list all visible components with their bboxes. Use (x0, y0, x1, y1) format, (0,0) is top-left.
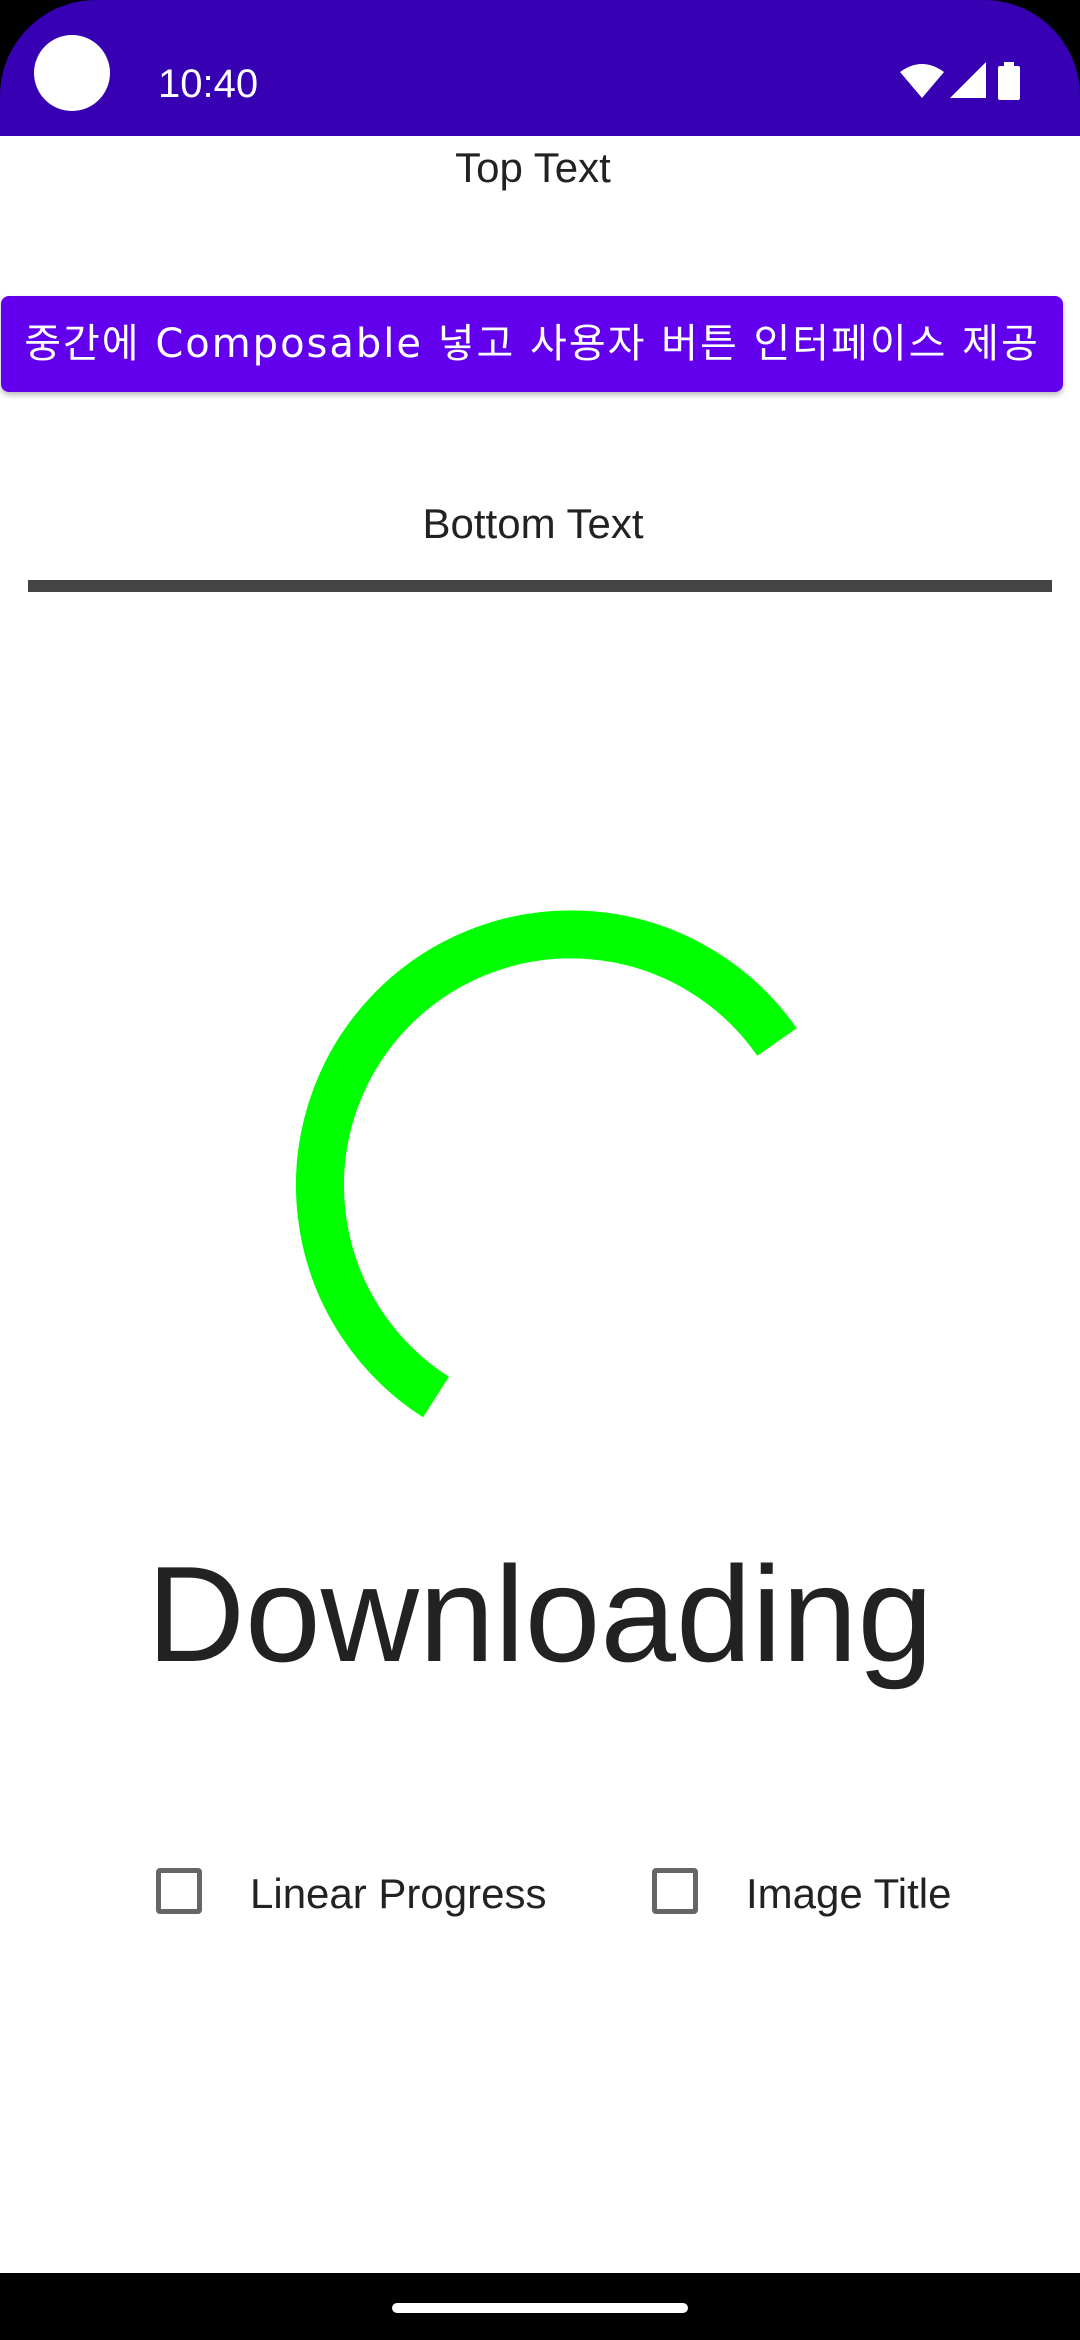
downloading-label: Downloading (146, 1538, 934, 1690)
status-time: 10:40 (158, 62, 259, 106)
checkbox-label: Image Title (746, 1870, 952, 1917)
compose-button[interactable]: 중간에 Composable 넣고 사용자 버튼 인터페이스 제공 (1, 296, 1063, 392)
status-bar: 10:40 (0, 0, 1080, 136)
checkbox-box[interactable] (652, 1868, 698, 1914)
linear-progress-track (28, 580, 1052, 592)
wifi-icon (900, 64, 944, 98)
navigation-bar (0, 2273, 1080, 2340)
status-icons (900, 62, 1030, 100)
device-frame: 10:40 Top Text 중간에 Composable 넣고 사용자 버튼 … (0, 0, 1080, 2340)
bottom-text: Bottom Text (422, 500, 644, 547)
top-text: Top Text (455, 144, 611, 191)
checkbox-linear-progress[interactable]: Linear Progress (156, 1864, 576, 1924)
checkbox-label: Linear Progress (250, 1870, 547, 1917)
signal-icon (950, 62, 986, 98)
checkbox-image-title[interactable]: Image Title (652, 1864, 992, 1924)
battery-icon (998, 62, 1020, 100)
home-handle[interactable] (392, 2303, 688, 2313)
camera-cutout (34, 35, 110, 111)
checkbox-box[interactable] (156, 1868, 202, 1914)
circular-progress-spinner (296, 910, 797, 1418)
spinner-arc (296, 910, 797, 1418)
app-screen: Top Text 중간에 Composable 넣고 사용자 버튼 인터페이스 … (0, 136, 1080, 2273)
